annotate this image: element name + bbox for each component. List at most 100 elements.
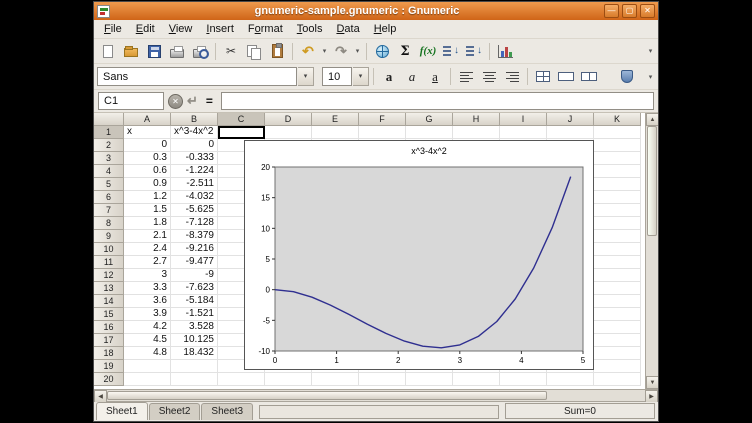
menu-tools[interactable]: Tools xyxy=(290,21,330,37)
cell-K19[interactable] xyxy=(594,360,641,373)
cell-I1[interactable] xyxy=(500,126,547,139)
sheet-tab-sheet2[interactable]: Sheet2 xyxy=(149,403,201,420)
column-header-J[interactable]: J xyxy=(547,113,594,126)
row-header-6[interactable]: 6 xyxy=(94,191,124,204)
formula-input[interactable] xyxy=(221,92,654,110)
cell-K20[interactable] xyxy=(594,373,641,386)
merge-cells-button[interactable] xyxy=(532,66,554,87)
copy-button[interactable] xyxy=(243,41,265,62)
row-header-18[interactable]: 18 xyxy=(94,347,124,360)
cell-B1[interactable]: x^3-4x^2 xyxy=(171,126,218,139)
hyperlink-button[interactable] xyxy=(371,41,393,62)
cell-K14[interactable] xyxy=(594,295,641,308)
paste-button[interactable] xyxy=(266,41,288,62)
column-header-E[interactable]: E xyxy=(312,113,359,126)
menu-format[interactable]: Format xyxy=(241,21,290,37)
cell-F20[interactable] xyxy=(359,373,406,386)
cell-D20[interactable] xyxy=(265,373,312,386)
cell-K13[interactable] xyxy=(594,282,641,295)
cell-K7[interactable] xyxy=(594,204,641,217)
column-header-G[interactable]: G xyxy=(406,113,453,126)
redo-dropdown[interactable]: ▾ xyxy=(353,47,362,55)
cell-B12[interactable]: -9 xyxy=(171,269,218,282)
italic-button[interactable]: a xyxy=(401,66,423,87)
cell-B7[interactable]: -5.625 xyxy=(171,204,218,217)
cell-K3[interactable] xyxy=(594,152,641,165)
cell-B17[interactable]: 10.125 xyxy=(171,334,218,347)
underline-button[interactable]: a xyxy=(424,66,446,87)
cell-K5[interactable] xyxy=(594,178,641,191)
horizontal-scroll-trough[interactable] xyxy=(547,390,645,401)
align-right-button[interactable] xyxy=(501,66,523,87)
cell-A20[interactable] xyxy=(124,373,171,386)
font-name-combo[interactable]: Sans xyxy=(97,67,297,86)
cell-A6[interactable]: 1.2 xyxy=(124,191,171,204)
cell-B10[interactable]: -9.216 xyxy=(171,243,218,256)
row-header-13[interactable]: 13 xyxy=(94,282,124,295)
font-name-dropdown[interactable]: ▾ xyxy=(298,67,314,86)
cell-K6[interactable] xyxy=(594,191,641,204)
cell-A15[interactable]: 3.9 xyxy=(124,308,171,321)
row-header-14[interactable]: 14 xyxy=(94,295,124,308)
cell-A14[interactable]: 3.6 xyxy=(124,295,171,308)
cell-B14[interactable]: -5.184 xyxy=(171,295,218,308)
cell-C20[interactable] xyxy=(218,373,265,386)
cell-H1[interactable] xyxy=(453,126,500,139)
cell-E1[interactable] xyxy=(312,126,359,139)
cell-A17[interactable]: 4.5 xyxy=(124,334,171,347)
bold-button[interactable]: a xyxy=(378,66,400,87)
split-cells-button[interactable] xyxy=(578,66,600,87)
cell-K2[interactable] xyxy=(594,139,641,152)
row-header-9[interactable]: 9 xyxy=(94,230,124,243)
align-left-button[interactable] xyxy=(455,66,477,87)
cell-J1[interactable] xyxy=(547,126,594,139)
cell-A9[interactable]: 2.1 xyxy=(124,230,171,243)
cell-A1[interactable]: x xyxy=(124,126,171,139)
menu-edit[interactable]: Edit xyxy=(129,21,162,37)
row-header-7[interactable]: 7 xyxy=(94,204,124,217)
cell-A5[interactable]: 0.9 xyxy=(124,178,171,191)
open-button[interactable] xyxy=(120,41,142,62)
print-button[interactable] xyxy=(166,41,188,62)
cell-D1[interactable] xyxy=(265,126,312,139)
format-toolbar-overflow-button[interactable]: ▾ xyxy=(646,73,655,81)
scroll-up-button[interactable]: ▲ xyxy=(646,113,658,126)
cell-E20[interactable] xyxy=(312,373,359,386)
cell-K16[interactable] xyxy=(594,321,641,334)
cell-B20[interactable] xyxy=(171,373,218,386)
embedded-chart[interactable]: x^3-4x^2-10-505101520012345 xyxy=(244,140,594,370)
title-bar[interactable]: gnumeric-sample.gnumeric : Gnumeric — ▢ … xyxy=(94,2,658,20)
function-button[interactable]: f(x) xyxy=(417,41,439,62)
equals-button[interactable]: = xyxy=(202,94,217,108)
row-header-3[interactable]: 3 xyxy=(94,152,124,165)
cell-A4[interactable]: 0.6 xyxy=(124,165,171,178)
cell-B3[interactable]: -0.333 xyxy=(171,152,218,165)
cell-A11[interactable]: 2.7 xyxy=(124,256,171,269)
cell-B9[interactable]: -8.379 xyxy=(171,230,218,243)
menu-file[interactable]: File xyxy=(97,21,129,37)
align-center-button[interactable] xyxy=(478,66,500,87)
column-header-D[interactable]: D xyxy=(265,113,312,126)
menu-insert[interactable]: Insert xyxy=(199,21,241,37)
minimize-button[interactable]: — xyxy=(604,4,619,18)
row-header-11[interactable]: 11 xyxy=(94,256,124,269)
scroll-down-button[interactable]: ▼ xyxy=(646,376,658,389)
cell-F1[interactable] xyxy=(359,126,406,139)
sort-ascending-button[interactable]: ↓ xyxy=(440,41,462,62)
center-across-button[interactable] xyxy=(555,66,577,87)
cell-G20[interactable] xyxy=(406,373,453,386)
row-header-2[interactable]: 2 xyxy=(94,139,124,152)
cell-B8[interactable]: -7.128 xyxy=(171,217,218,230)
cell-K1[interactable] xyxy=(594,126,641,139)
cell-K10[interactable] xyxy=(594,243,641,256)
cell-K15[interactable] xyxy=(594,308,641,321)
sheet-tab-sheet3[interactable]: Sheet3 xyxy=(201,403,253,420)
row-header-17[interactable]: 17 xyxy=(94,334,124,347)
autosum-button[interactable]: Σ xyxy=(394,41,416,62)
cell-B18[interactable]: 18.432 xyxy=(171,347,218,360)
new-button[interactable] xyxy=(97,41,119,62)
insert-chart-button[interactable] xyxy=(494,41,516,62)
horizontal-scrollbar[interactable]: ◀ ▶ xyxy=(94,389,658,402)
row-header-15[interactable]: 15 xyxy=(94,308,124,321)
cell-B2[interactable]: 0 xyxy=(171,139,218,152)
